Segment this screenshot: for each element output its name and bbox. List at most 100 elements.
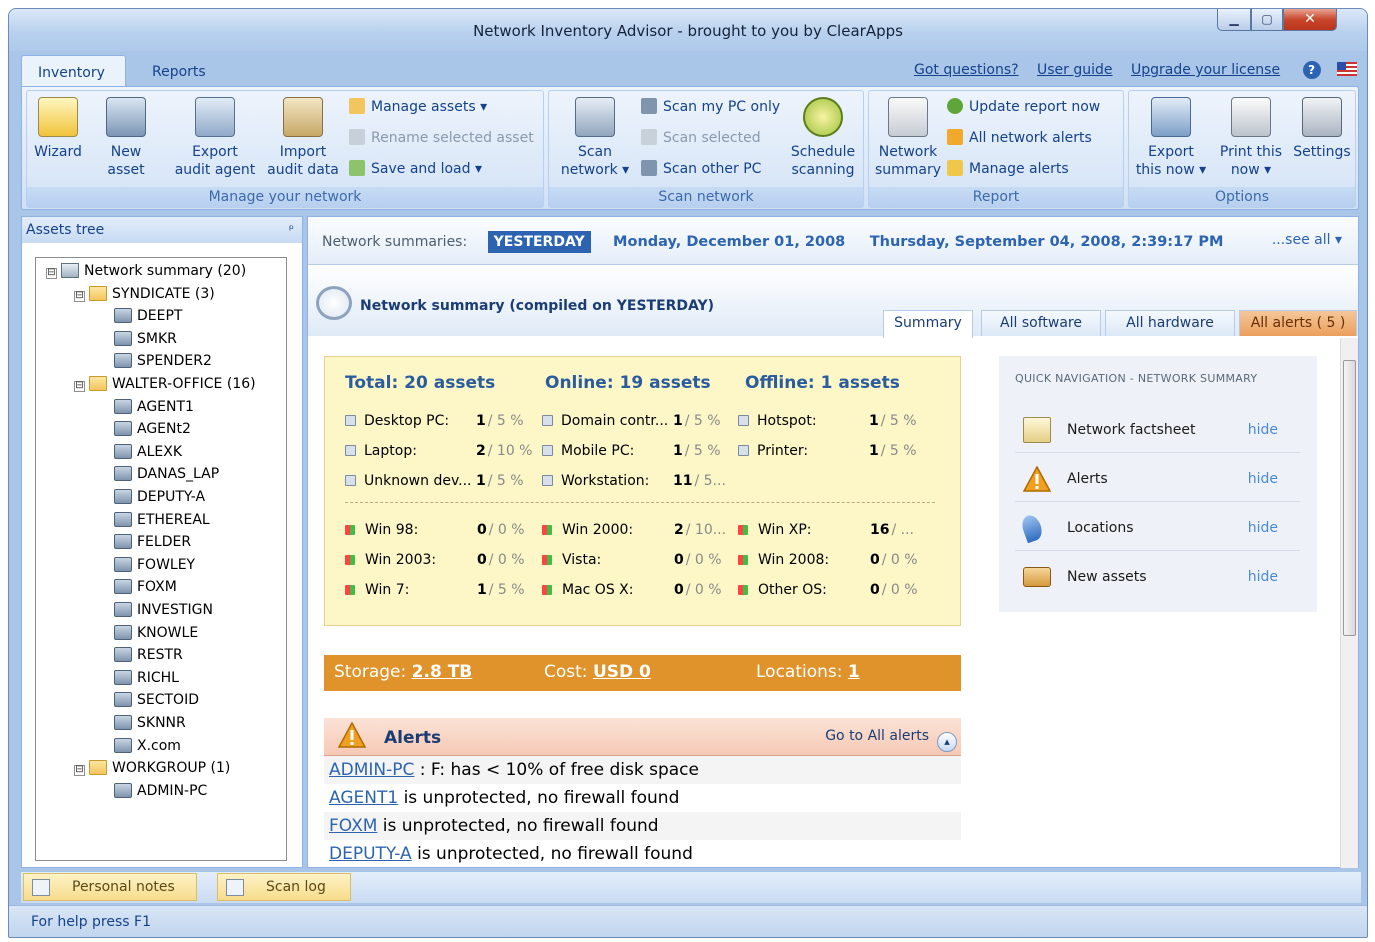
hide-link[interactable]: hide — [1248, 422, 1278, 438]
all-network-alerts-button[interactable]: All network alerts — [947, 128, 1092, 148]
title-bar[interactable]: Network Inventory Advisor - brought to y… — [9, 9, 1367, 51]
pin-icon[interactable]: ᵖ — [289, 222, 294, 236]
scan-log-tab[interactable]: Scan log — [217, 873, 351, 901]
language-flag-icon[interactable] — [1337, 62, 1357, 76]
save-and-load-button[interactable]: Save and load ▾ — [349, 159, 482, 179]
tree-item[interactable]: SKNNR — [114, 713, 186, 734]
hide-link[interactable]: hide — [1248, 471, 1278, 487]
tree-item[interactable]: SECTOID — [114, 690, 199, 711]
group-options: Export this now ▾ Print this now ▾ Setting… — [1128, 90, 1356, 208]
manage-alerts-button[interactable]: Manage alerts — [947, 159, 1069, 179]
got-questions-link[interactable]: Got questions? — [914, 62, 1019, 78]
tree-item[interactable]: ETHEREAL — [114, 510, 210, 531]
alert-host-link[interactable]: FOXM — [329, 816, 377, 836]
summary-date-2[interactable]: Thursday, September 04, 2008, 2:39:17 PM — [870, 234, 1224, 250]
tab-summary[interactable]: Summary — [883, 310, 973, 338]
export-this-button[interactable]: Export this now ▾ — [1131, 97, 1211, 179]
collapse-toggle[interactable]: ⊟ — [46, 268, 57, 279]
alert-host-link[interactable]: AGENT1 — [329, 788, 398, 808]
stat-label: Mobile PC: — [561, 443, 635, 459]
tree-item[interactable]: ⊟ SYNDICATE (3) — [74, 284, 215, 305]
new-asset-button[interactable]: New asset — [95, 97, 157, 179]
computer-icon — [114, 602, 132, 617]
tree-item[interactable]: ALEXK — [114, 442, 182, 463]
quick-nav-new-assets[interactable]: New assets hide — [1015, 551, 1300, 600]
wizard-button[interactable]: Wizard — [33, 97, 83, 161]
tree-item[interactable]: ADMIN-PC — [114, 781, 207, 802]
tab-reports[interactable]: Reports — [136, 55, 222, 86]
import-audit-data-button[interactable]: Import audit data — [263, 97, 343, 179]
locations-link[interactable]: 1 — [848, 662, 860, 682]
maximize-button[interactable]: ▢ — [1251, 9, 1283, 31]
quick-nav-locations[interactable]: Locations hide — [1015, 502, 1300, 551]
personal-notes-tab[interactable]: Personal notes — [23, 873, 197, 901]
collapse-toggle[interactable]: ⊟ — [74, 381, 85, 392]
scan-other-pc-button[interactable]: Scan other PC — [641, 159, 761, 179]
close-button[interactable]: ✕ — [1283, 9, 1337, 31]
tree-item[interactable]: RESTR — [114, 645, 183, 666]
tree-item[interactable]: RICHL — [114, 668, 179, 689]
export-audit-agent-button[interactable]: Export audit agent — [169, 97, 261, 179]
tree-item[interactable]: AGENt2 — [114, 419, 191, 440]
network-summary-button[interactable]: Network summary — [873, 97, 943, 179]
scan-network-button[interactable]: Scan network ▾ — [553, 97, 637, 179]
report-title: Network summary (compiled on YESTERDAY) — [360, 298, 715, 314]
storage-link[interactable]: 2.8 TB — [412, 662, 473, 682]
collapse-toggle[interactable]: ⊟ — [74, 290, 85, 302]
tree-item[interactable]: DEPUTY-A — [114, 487, 205, 508]
scrollbar-thumb[interactable] — [1343, 360, 1356, 636]
cost-link[interactable]: USD 0 — [593, 662, 651, 682]
settings-button[interactable]: Settings — [1289, 97, 1355, 161]
tree-item[interactable]: INVESTIGN — [114, 600, 213, 621]
upgrade-license-link[interactable]: Upgrade your license — [1131, 62, 1280, 78]
stat-count: 0 — [870, 552, 880, 568]
hide-link[interactable]: hide — [1248, 520, 1278, 536]
quick-nav-alerts[interactable]: Alerts hide — [1015, 453, 1300, 502]
print-this-button[interactable]: Print this now ▾ — [1213, 97, 1289, 179]
tab-inventory[interactable]: Inventory — [21, 55, 126, 86]
schedule-scanning-button[interactable]: Schedule scanning — [785, 97, 861, 179]
tree-item[interactable]: FOWLEY — [114, 555, 195, 576]
tree-item[interactable]: FELDER — [114, 532, 191, 553]
scan-selected-button[interactable]: Scan selected — [641, 128, 761, 148]
alert-host-link[interactable]: ADMIN-PC — [329, 760, 414, 780]
tree-item[interactable]: SMKR — [114, 329, 177, 350]
alert-row: FOXM is unprotected, no firewall found — [324, 812, 961, 840]
tree-item[interactable]: ⊟ WALTER-OFFICE (16) — [74, 374, 256, 395]
hide-link[interactable]: hide — [1248, 569, 1278, 585]
stat-count: 16 — [870, 522, 890, 538]
divider — [345, 502, 935, 503]
tree-item[interactable]: FOXM — [114, 577, 177, 598]
collapse-icon[interactable]: ▴ — [937, 732, 957, 752]
scan-my-pc-button[interactable]: Scan my PC only — [641, 97, 780, 117]
minimize-button[interactable]: ▁ — [1217, 9, 1251, 31]
tab-all-alerts[interactable]: All alerts ( 5 ) — [1239, 310, 1357, 336]
computer-icon — [114, 669, 132, 685]
tree-item[interactable]: X.com — [114, 736, 181, 757]
vertical-scrollbar[interactable] — [1340, 338, 1358, 868]
computer-icon — [114, 624, 132, 640]
summary-yesterday[interactable]: YESTERDAY — [487, 231, 591, 253]
rename-asset-button[interactable]: Rename selected asset — [349, 128, 534, 148]
go-to-all-alerts-link[interactable]: Go to All alerts ▴ — [825, 728, 957, 752]
manage-assets-button[interactable]: Manage assets ▾ — [349, 97, 487, 117]
collapse-toggle[interactable]: ⊟ — [74, 765, 85, 777]
tree-item[interactable]: SPENDER2 — [114, 351, 212, 372]
tree-item[interactable]: AGENT1 — [114, 397, 194, 418]
tree-item[interactable]: DEEPT — [114, 306, 182, 327]
tree-item[interactable]: ⊟ Network summary (20) — [46, 261, 246, 282]
see-all-link[interactable]: ...see all ▾ — [1272, 232, 1342, 248]
help-icon[interactable]: ? — [1302, 61, 1321, 79]
tree-item[interactable]: ⊟ WORKGROUP (1) — [74, 758, 230, 779]
stat-label: Printer: — [757, 443, 809, 459]
tree-item[interactable]: DANAS_LAP — [114, 464, 219, 485]
update-report-button[interactable]: Update report now — [947, 97, 1100, 117]
tab-all-hardware[interactable]: All hardware — [1105, 310, 1235, 336]
alert-host-link[interactable]: DEPUTY-A — [329, 844, 412, 864]
tab-all-software[interactable]: All software — [981, 310, 1101, 336]
stat-count: 1 — [476, 473, 486, 489]
summary-date-1[interactable]: Monday, December 01, 2008 — [613, 234, 845, 250]
tree-item[interactable]: KNOWLE — [114, 623, 198, 644]
user-guide-link[interactable]: User guide — [1037, 62, 1113, 78]
quick-nav-network-factsheet[interactable]: Network factsheet hide — [1015, 404, 1300, 453]
